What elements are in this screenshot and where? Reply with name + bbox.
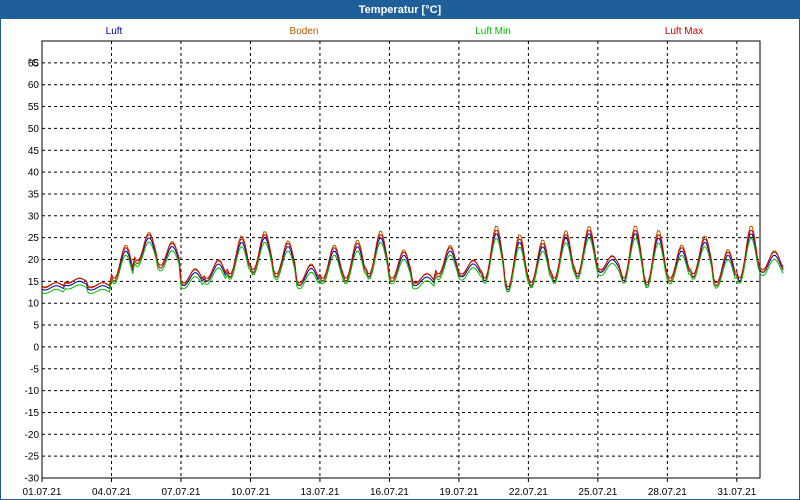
- y-tick-label: 5: [33, 321, 39, 332]
- y-axis-unit: °C: [28, 58, 39, 69]
- x-tick-label: 19.07.21: [439, 487, 478, 498]
- y-tick-label: 15: [28, 277, 40, 288]
- y-tick-label: 60: [28, 80, 40, 91]
- y-tick-label: -10: [25, 386, 40, 397]
- y-tick-label: 45: [28, 146, 40, 157]
- y-tick-label: 50: [28, 124, 40, 135]
- x-tick-label: 31.07.21: [717, 487, 756, 498]
- y-tick-label: -15: [25, 408, 40, 419]
- y-tick-label: 25: [28, 233, 40, 244]
- y-tick-label: -25: [25, 452, 40, 463]
- x-tick-label: 22.07.21: [509, 487, 548, 498]
- x-tick-label: 01.07.21: [23, 487, 62, 498]
- x-tick-label: 07.07.21: [161, 487, 200, 498]
- legend-entry: Luft: [106, 26, 123, 37]
- x-tick-label: 10.07.21: [231, 487, 270, 498]
- y-tick-label: 40: [28, 168, 40, 179]
- legend-entry: Boden: [290, 26, 319, 37]
- y-tick-label: 20: [28, 255, 40, 266]
- legend-entry: Luft Max: [665, 26, 703, 37]
- y-tick-label: 30: [28, 211, 40, 222]
- x-tick-label: 25.07.21: [578, 487, 617, 498]
- x-tick-label: 28.07.21: [648, 487, 687, 498]
- y-tick-label: 55: [28, 102, 40, 113]
- y-tick-label: -20: [25, 430, 40, 441]
- legend-entry: Luft Min: [475, 26, 511, 37]
- window-title: Temperatur [°C]: [1, 1, 799, 19]
- x-tick-label: 04.07.21: [92, 487, 131, 498]
- chart-window: Temperatur [°C] 65 60 55 50 45 40 35 30 25 20 15 10…: [0, 0, 800, 500]
- x-tick-label: 16.07.21: [370, 487, 409, 498]
- y-tick-label: 10: [28, 299, 40, 310]
- y-tick-label: 0: [33, 342, 39, 353]
- temperature-chart: 65605550454035302520151050-5-10-15-20-25…: [23, 26, 784, 498]
- y-tick-label: -30: [25, 474, 40, 485]
- x-tick-label: 13.07.21: [300, 487, 339, 498]
- y-tick-label: -5: [30, 364, 39, 375]
- y-tick-label: 35: [28, 189, 40, 200]
